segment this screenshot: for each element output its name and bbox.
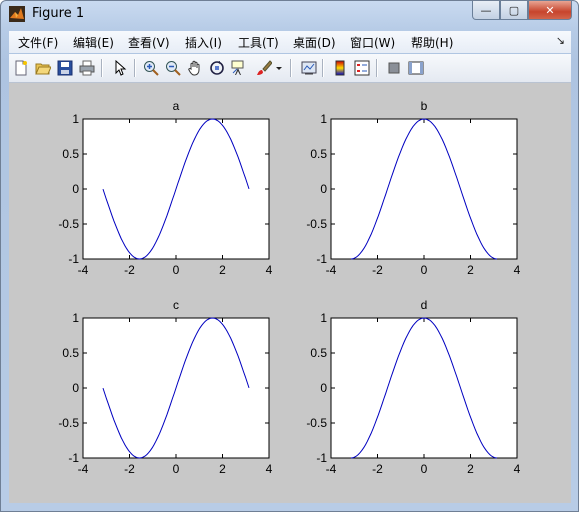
menu-bar: 文件(F) 编辑(E) 查看(V) 插入(I) 工具(T) 桌面(D) 窗口(W… (9, 31, 571, 53)
figure-window: Figure 1 — ▢ ✕ 文件(F) 编辑(E) 查看(V) 插入(I) 工… (0, 0, 579, 512)
y-tick-label: 0 (320, 182, 327, 196)
menu-tools[interactable]: 工具(T) (238, 34, 279, 51)
y-tick-label: -1 (316, 252, 327, 266)
menu-insert[interactable]: 插入(I) (185, 34, 222, 51)
dock-figure-icon[interactable]: ↘ (556, 34, 565, 47)
menu-file[interactable]: 文件(F) (18, 34, 58, 51)
matlab-logo-icon (9, 6, 25, 22)
x-tick-label: 2 (219, 263, 226, 277)
menu-window[interactable]: 窗口(W) (350, 34, 395, 51)
y-tick-label: 1 (320, 311, 327, 325)
y-tick-label: -0.5 (306, 217, 327, 231)
y-tick-label: -1 (68, 451, 79, 465)
y-tick-label: 1 (72, 311, 79, 325)
y-tick-label: -0.5 (58, 416, 79, 430)
figure-toolbar (9, 54, 571, 83)
x-tick-label: -2 (124, 462, 135, 476)
y-tick-label: -1 (68, 252, 79, 266)
window-title: Figure 1 (32, 6, 85, 21)
y-tick-label: -1 (316, 451, 327, 465)
insert-legend-icon[interactable] (353, 59, 371, 77)
maximize-button[interactable]: ▢ (500, 1, 528, 20)
brush-dropdown-icon[interactable] (275, 59, 283, 77)
title-bar[interactable]: Figure 1 — ▢ ✕ (1, 1, 578, 29)
x-tick-label: 0 (173, 263, 180, 277)
y-tick-label: 1 (72, 112, 79, 126)
y-tick-label: -0.5 (306, 416, 327, 430)
y-tick-label: 0 (72, 381, 79, 395)
x-tick-label: 4 (514, 263, 521, 277)
new-figure-icon[interactable] (12, 59, 30, 77)
x-tick-label: -2 (372, 462, 383, 476)
y-tick-label: -0.5 (58, 217, 79, 231)
save-icon[interactable] (56, 59, 74, 77)
rotate-3d-icon[interactable] (208, 59, 226, 77)
axes-d[interactable] (330, 317, 518, 459)
x-tick-label: 2 (219, 462, 226, 476)
x-tick-label: 4 (514, 462, 521, 476)
x-tick-label: 0 (173, 462, 180, 476)
x-tick-label: -4 (326, 462, 337, 476)
window-controls: — ▢ ✕ (472, 1, 572, 20)
zoom-in-icon[interactable] (142, 59, 160, 77)
x-tick-label: 2 (467, 263, 474, 277)
y-tick-label: 1 (320, 112, 327, 126)
data-cursor-icon[interactable] (230, 59, 248, 77)
toolbar-separator (376, 59, 378, 77)
hide-plot-tools-icon[interactable] (385, 59, 403, 77)
close-button[interactable]: ✕ (528, 1, 572, 20)
brush-icon[interactable] (255, 59, 273, 77)
y-tick-label: 0 (320, 381, 327, 395)
zoom-out-icon[interactable] (164, 59, 182, 77)
figure-canvas[interactable]: a -4 -2 0 2 4 1 0.5 0 -0.5 -1 b -4 -2 0 2 4 1 0.5 0 -0.5 -1 c -… (9, 83, 571, 503)
x-tick-label: -4 (326, 263, 337, 277)
y-tick-label: 0 (72, 182, 79, 196)
x-tick-label: -4 (78, 462, 89, 476)
x-tick-label: 4 (266, 462, 273, 476)
subplot-title: c (173, 298, 179, 312)
toolbar-separator (101, 59, 103, 77)
edit-plot-arrow-icon[interactable] (111, 59, 129, 77)
x-tick-label: -2 (124, 263, 135, 277)
x-tick-label: 0 (421, 263, 428, 277)
toolbar-separator (322, 59, 324, 77)
axes-b[interactable] (330, 118, 518, 260)
y-tick-label: 0.5 (310, 346, 327, 360)
toolbar-separator (134, 59, 136, 77)
print-icon[interactable] (78, 59, 96, 77)
y-tick-label: 0.5 (310, 147, 327, 161)
subplot-title: b (421, 99, 428, 113)
x-tick-label: 4 (266, 263, 273, 277)
show-plot-tools-icon[interactable] (407, 59, 425, 77)
menu-edit[interactable]: 编辑(E) (73, 34, 114, 51)
x-tick-label: -2 (372, 263, 383, 277)
x-tick-label: 0 (421, 462, 428, 476)
insert-colorbar-icon[interactable] (331, 59, 349, 77)
menu-view[interactable]: 查看(V) (128, 34, 170, 51)
minimize-button[interactable]: — (472, 1, 500, 20)
y-tick-label: 0.5 (62, 147, 79, 161)
subplot-grid: a -4 -2 0 2 4 1 0.5 0 -0.5 -1 b -4 -2 0 2 4 1 0.5 0 -0.5 -1 c -… (58, 99, 521, 476)
pan-hand-icon[interactable] (186, 59, 204, 77)
menu-help[interactable]: 帮助(H) (411, 34, 453, 51)
subplot-title: d (421, 298, 428, 312)
x-tick-label: 2 (467, 462, 474, 476)
y-tick-label: 0.5 (62, 346, 79, 360)
toolbar-separator (290, 59, 292, 77)
subplot-title: a (173, 99, 180, 113)
menu-desktop[interactable]: 桌面(D) (293, 34, 336, 51)
open-file-icon[interactable] (34, 59, 52, 77)
link-plot-icon[interactable] (300, 59, 318, 77)
x-tick-label: -4 (78, 263, 89, 277)
